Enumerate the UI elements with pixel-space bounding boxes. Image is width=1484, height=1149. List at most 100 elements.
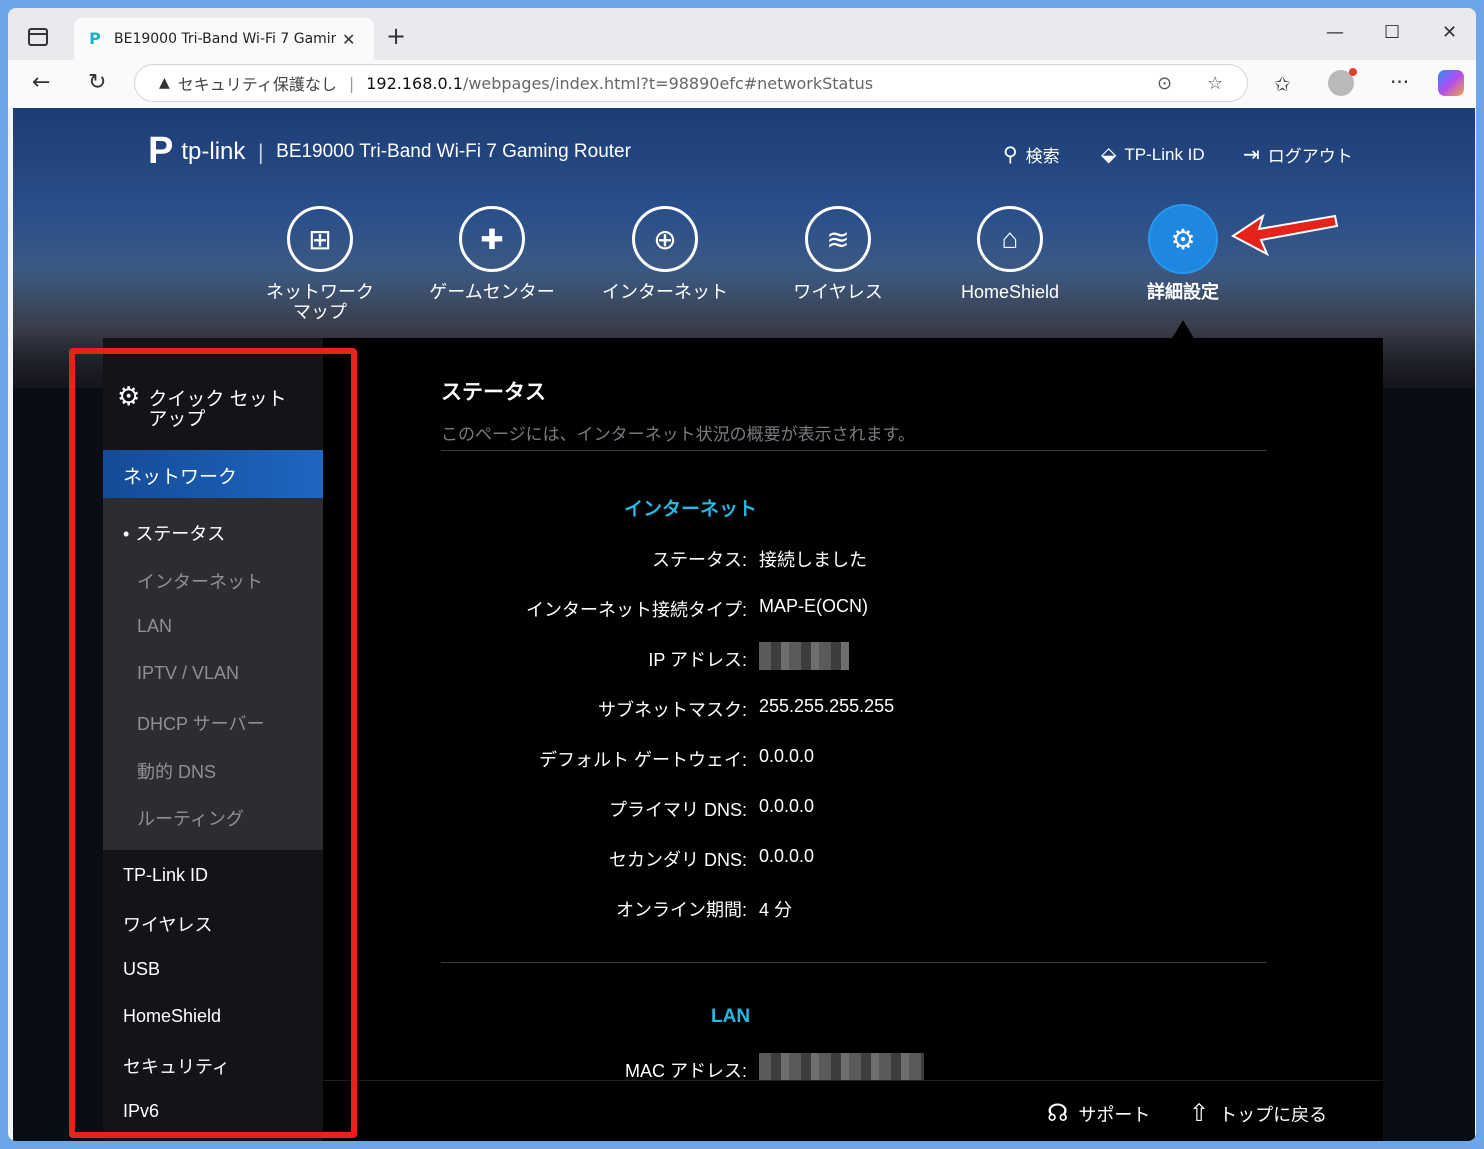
ip-address-row: IP アドレス: — [441, 642, 1267, 670]
ip-address-value-redacted — [759, 642, 849, 670]
url-host: 192.168.0.1 — [366, 73, 463, 93]
wifi-icon: ≋ — [805, 206, 871, 272]
logout-label: ログアウト — [1267, 147, 1353, 166]
page-title: ステータス — [441, 381, 546, 404]
red-annotation-box — [69, 348, 357, 1138]
tplink-favicon-icon: P — [89, 29, 101, 48]
red-annotation-arrow — [1231, 213, 1339, 257]
tab-actions-icon[interactable] — [28, 28, 48, 46]
minimize-icon[interactable]: — — [1326, 22, 1344, 43]
uptime-row: オンライン期間: 4 分 — [441, 896, 1267, 920]
profile-avatar[interactable] — [1328, 68, 1357, 96]
logout-link[interactable]: ⇥ ログアウト — [1243, 142, 1353, 167]
back-to-top-label: トップに戻る — [1219, 1104, 1328, 1125]
internet-section-title: インターネット — [624, 499, 758, 520]
back-icon[interactable]: ← — [32, 70, 50, 95]
gear-icon: ⚙ — [1150, 206, 1216, 272]
mac-address-value-redacted — [759, 1053, 924, 1081]
uptime-key: オンライン期間: — [615, 900, 747, 920]
nav-label: ネットワーク マップ — [266, 282, 374, 322]
cloud-id-icon: ⬙ — [1101, 144, 1117, 166]
default-gateway-value: 0.0.0.0 — [759, 746, 815, 766]
nav-label: 詳細設定 — [1147, 282, 1219, 302]
active-nav-caret — [1171, 320, 1195, 340]
logo-text: tp-link — [181, 137, 246, 165]
gamepad-icon: ✚ — [459, 206, 525, 272]
divider — [441, 962, 1267, 963]
default-gateway-key: デフォルト ゲートウェイ: — [538, 750, 747, 770]
mac-address-row: MAC アドレス: — [441, 1053, 1267, 1081]
secondary-dns-key: セカンダリ DNS: — [608, 850, 747, 870]
tplink-id-label: TP-Link ID — [1124, 144, 1205, 164]
subnet-mask-value: 255.255.255.255 — [759, 696, 895, 716]
search-icon: ⚲ — [1003, 144, 1018, 166]
primary-dns-row: プライマリ DNS: 0.0.0.0 — [441, 796, 1267, 820]
nav-label: HomeShield — [960, 282, 1060, 302]
title-bar: P BE19000 Tri-Band Wi-Fi 7 Gaming ✕ + — … — [8, 8, 1476, 60]
search-label: 検索 — [1025, 147, 1060, 166]
home-shield-icon: ⌂ — [977, 206, 1043, 272]
subnet-mask-row: サブネットマスク: 255.255.255.255 — [441, 696, 1267, 720]
maximize-icon[interactable]: ☐ — [1384, 22, 1400, 43]
warning-icon: ▲ — [159, 75, 170, 91]
brand-bar: P tp-link | BE19000 Tri-Band Wi-Fi 7 Gam… — [148, 130, 631, 173]
more-menu-icon[interactable]: ··· — [1390, 70, 1409, 94]
primary-dns-key: プライマリ DNS: — [608, 800, 747, 820]
divider — [441, 450, 1267, 451]
ip-address-key: IP アドレス: — [648, 650, 747, 670]
uptime-value: 4 分 — [759, 900, 793, 920]
primary-dns-value: 0.0.0.0 — [759, 796, 815, 816]
lan-section-title: LAN — [711, 1006, 751, 1027]
subnet-mask-key: サブネットマスク: — [597, 700, 747, 720]
address-toolbar: ← ↻ ▲ セキュリティ保護なし | 192.168.0.1/webpages/… — [8, 60, 1476, 108]
connection-type-value: MAP-E(OCN) — [759, 596, 868, 616]
search-link[interactable]: ⚲ 検索 — [1003, 142, 1060, 167]
support-button[interactable]: ☊ サポート — [1047, 1099, 1150, 1128]
url-separator: | — [348, 73, 355, 93]
page-actions-icon[interactable]: ⊙ — [1157, 73, 1172, 94]
new-tab-button[interactable]: + — [386, 22, 406, 50]
network-map-icon: ⊞ — [287, 206, 353, 272]
browser-tab[interactable]: P BE19000 Tri-Band Wi-Fi 7 Gaming ✕ — [74, 18, 374, 60]
router-model: BE19000 Tri-Band Wi-Fi 7 Gaming Router — [276, 140, 631, 162]
tab-close-icon[interactable]: ✕ — [342, 30, 355, 49]
nav-internet[interactable]: ⊕ インターネット — [600, 206, 730, 302]
globe-icon: ⊕ — [632, 206, 698, 272]
tplink-logo-icon: P — [148, 130, 174, 172]
reload-icon[interactable]: ↻ — [88, 70, 106, 95]
status-row: ステータス: 接続しました — [441, 546, 1267, 570]
brand-divider: | — [257, 139, 265, 164]
nav-game-center[interactable]: ✚ ゲームセンター — [427, 206, 557, 302]
status-panel: ステータス このページには、インターネット状況の概要が表示されます。 インターネ… — [441, 338, 1267, 1081]
tplink-id-link[interactable]: ⬙ TP-Link ID — [1101, 142, 1205, 167]
status-key: ステータス: — [651, 550, 747, 570]
connection-type-key: インターネット接続タイプ: — [526, 600, 747, 620]
nav-network-map[interactable]: ⊞ ネットワーク マップ — [255, 206, 385, 322]
favorite-star-icon[interactable]: ☆ — [1207, 73, 1223, 94]
secondary-dns-row: セカンダリ DNS: 0.0.0.0 — [441, 846, 1267, 870]
window-close-icon[interactable]: ✕ — [1442, 22, 1457, 43]
address-bar[interactable]: ▲ セキュリティ保護なし | 192.168.0.1/webpages/inde… — [134, 64, 1248, 102]
browser-window: P BE19000 Tri-Band Wi-Fi 7 Gaming ✕ + — … — [8, 8, 1476, 1141]
secondary-dns-value: 0.0.0.0 — [759, 846, 815, 866]
connection-type-row: インターネット接続タイプ: MAP-E(OCN) — [441, 596, 1267, 620]
back-to-top-button[interactable]: ⇧ トップに戻る — [1189, 1099, 1327, 1128]
nav-wireless[interactable]: ≋ ワイヤレス — [773, 206, 903, 302]
nav-label: ゲームセンター — [429, 282, 555, 302]
support-label: サポート — [1078, 1104, 1151, 1125]
arrow-up-circle-icon: ⇧ — [1189, 1100, 1210, 1127]
copilot-icon[interactable] — [1438, 70, 1464, 96]
security-status[interactable]: セキュリティ保護なし — [178, 71, 337, 95]
nav-label: インターネット — [602, 282, 728, 302]
nav-homeshield[interactable]: ⌂ HomeShield — [945, 206, 1075, 302]
page-footer: ☊ サポート ⇧ トップに戻る — [323, 1080, 1383, 1141]
default-gateway-row: デフォルト ゲートウェイ: 0.0.0.0 — [441, 746, 1267, 770]
status-value: 接続しました — [759, 550, 867, 570]
page-description: このページには、インターネット状況の概要が表示されます。 — [441, 425, 915, 444]
favorites-list-icon[interactable]: ✩ — [1274, 72, 1291, 96]
headset-icon: ☊ — [1047, 1100, 1069, 1127]
url-path: /webpages/index.html?t=98890efc#networkS… — [462, 73, 874, 93]
nav-label: ワイヤレス — [793, 282, 883, 302]
tab-title: BE19000 Tri-Band Wi-Fi 7 Gaming — [114, 31, 336, 47]
logout-icon: ⇥ — [1243, 144, 1260, 166]
